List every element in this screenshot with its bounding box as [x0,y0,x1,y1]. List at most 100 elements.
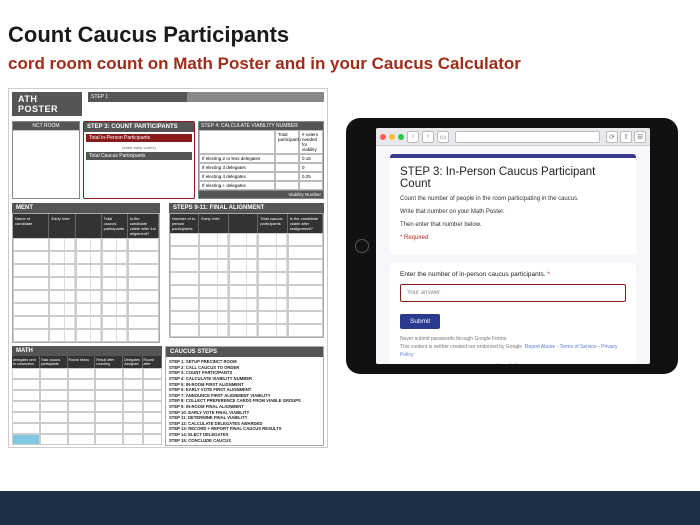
content-row: ATH POSTER STEP 1 STEP 2 NCT ROOM STEP 3… [0,88,700,448]
table-row [13,316,159,329]
poster-topbar: STEP 1 STEP 2 [88,92,324,102]
slide-title: Count Caucus Participants [0,0,700,52]
table-row [13,264,159,277]
table-row [170,285,323,298]
table-row [170,272,323,285]
maximize-icon[interactable] [398,134,404,140]
table-row [13,277,159,290]
slide-subtitle: cord room count on Math Poster and in yo… [0,52,700,88]
viability-box: STEP 4: CALCULATE VIABILITY NUMBER Total… [198,121,324,199]
fcol [229,214,258,233]
count-bar-1: Total In-Person Participants [86,134,192,142]
table-row [12,379,162,390]
google-form: STEP 3: In-Person Caucus Participant Cou… [376,146,650,364]
vcell: 0.25 [299,172,323,181]
poster-brand: ATH POSTER [12,92,82,116]
math-section: MATH delegates sent to convention Total … [12,346,162,446]
table-row [13,290,159,303]
form-foot1: Never submit passwords through Google Fo… [400,335,626,343]
submit-button[interactable]: Submit [400,314,440,329]
final-alignment-hdr: STEPS 9-11: FINAL ALIGNMENT [169,203,324,213]
caucus-steps-hdr: CAUCUS STEPS [166,347,323,357]
acol: Total caucus participants [102,214,128,238]
table-row [170,298,323,311]
table-row [12,368,162,379]
table-row [13,329,159,342]
share-icon[interactable]: ⇧ [620,131,632,143]
table-row [170,259,323,272]
mcol: Result after rounding [95,356,123,368]
first-alignment-table: Name of candidate Early Vote Total caucu… [12,213,160,343]
table-row [13,303,159,316]
vrow: If electing 4 delegates [199,172,275,181]
first-alignment-hdr: MENT [12,203,160,213]
form-foot2: This content is neither created nor endo… [400,343,626,359]
mcol: delegates sent to convention [12,356,40,368]
vrow: If electing 3 delegates [199,163,275,172]
form-question-card: Enter the number of in-person caucus par… [390,263,636,364]
caucus-steps-box: CAUCUS STEPS STEP 1: SETUP PRECINCT ROOM… [165,346,324,446]
table-row [12,423,162,434]
form-p3: Then enter that number below. [400,221,626,230]
form-title: STEP 3: In-Person Caucus Participant Cou… [400,166,626,190]
traffic-lights [380,134,404,140]
vcol0 [199,130,275,154]
math-hdr: MATH [12,346,162,356]
vcell: 0 [299,163,323,172]
precinct-room-hdr: NCT ROOM [13,122,79,130]
vrow: If electing 2 or less delegates [199,154,275,163]
fcol: Total caucus participants [258,214,287,233]
poster-topbar-right: STEP 2 [304,94,321,100]
acol: Name of candidate [13,214,49,238]
table-row [13,238,159,251]
google-forms-logo: Google Forms [400,363,626,364]
form-p2: Write that number on your Math Poster. [400,208,626,217]
url-bar[interactable] [455,131,600,143]
form-p1: Count the number of people in the room p… [400,195,626,204]
close-icon[interactable] [380,134,386,140]
viability-foot: Viability Number [199,190,323,198]
form-footer: Never submit passwords through Google Fo… [400,335,626,359]
vcol1: Total participants [275,130,299,154]
mcol: Round after [143,356,162,368]
count-hdr: STEP 3: COUNT PARTICIPANTS [84,122,194,132]
viability-hdr: STEP 4: CALCULATE VIABILITY NUMBER [199,122,323,130]
fcol: Is the candidate viable after realignmen… [288,214,323,233]
precinct-room-box: NCT ROOM [12,121,80,199]
tablet-screen: ‹ › ▭ ⟳ ⇧ ⊞ STEP 3: In-Person Caucus Par… [376,128,650,364]
vcell [299,181,323,190]
forward-button[interactable]: › [422,131,434,143]
table-row [12,434,162,445]
count-bar-1b: (enter early voters) [84,144,194,151]
table-row [170,233,323,246]
final-alignment-table: Number of in-person participants Early V… [169,213,324,338]
vcol2: # voters needed for viability [299,130,323,154]
question-label: Enter the number of in-person caucus par… [400,271,626,278]
report-abuse-link[interactable]: Report Abuse [525,344,555,350]
tos-link[interactable]: Terms of Service [559,344,596,350]
poster-topbar-left: STEP 1 [91,94,108,100]
tablet-frame: ‹ › ▭ ⟳ ⇧ ⊞ STEP 3: In-Person Caucus Par… [346,118,678,374]
home-button-icon [355,239,369,253]
answer-input[interactable]: Your answer [400,284,626,302]
acol: Early Vote [49,214,75,238]
table-row [12,401,162,412]
viability-grid: Total participants # voters needed for v… [199,130,323,190]
back-button[interactable]: ‹ [407,131,419,143]
tabs-icon[interactable]: ⊞ [634,131,646,143]
mcol: Total caucus participants [40,356,68,368]
table-row [170,246,323,259]
math-poster: ATH POSTER STEP 1 STEP 2 NCT ROOM STEP 3… [8,88,328,448]
vcell: 0.15 [299,154,323,163]
table-row [13,251,159,264]
vcell [275,163,299,172]
vcell [275,181,299,190]
vrow: If electing + delegates [199,181,275,190]
minimize-icon[interactable] [389,134,395,140]
fcol: Early Vote [199,214,228,233]
table-row [12,412,162,423]
reload-icon[interactable]: ⟳ [606,131,618,143]
count-participants-box: STEP 3: COUNT PARTICIPANTS Total In-Pers… [83,121,195,199]
vcell [275,154,299,163]
sidebar-icon[interactable]: ▭ [437,131,449,143]
